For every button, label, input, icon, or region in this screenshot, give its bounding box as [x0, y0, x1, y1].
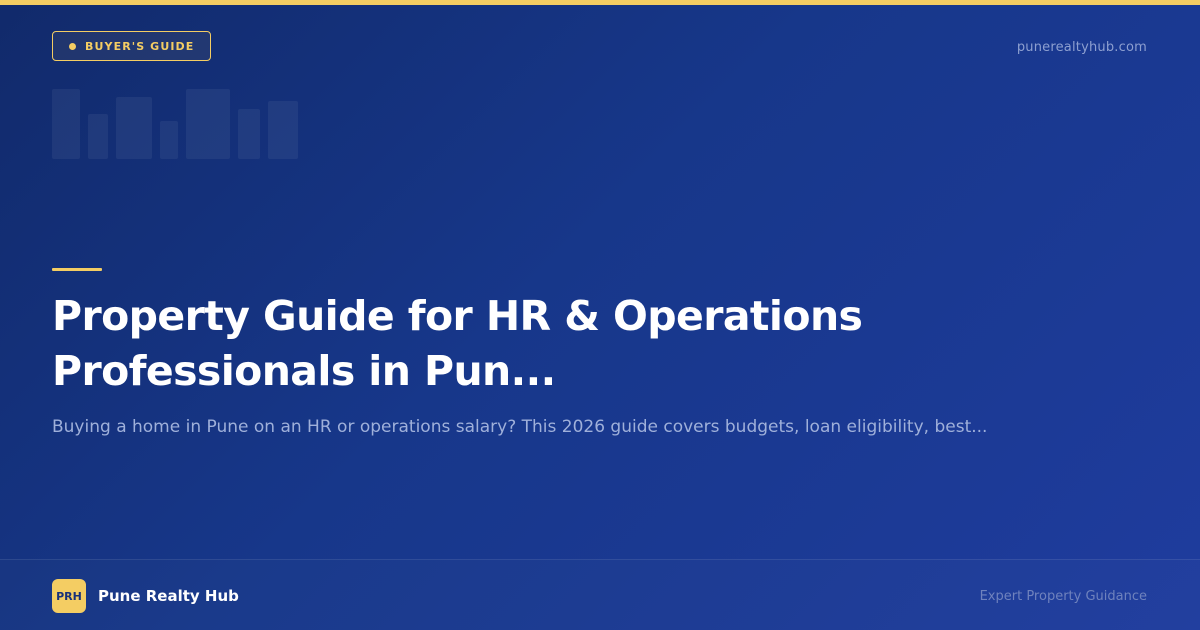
city-skyline-icon [52, 89, 300, 159]
building-shape [160, 121, 178, 159]
brand-tagline: Expert Property Guidance [979, 589, 1147, 604]
top-accent-stripe [0, 0, 1200, 5]
building-shape [88, 114, 108, 159]
building-shape [268, 101, 298, 159]
building-shape [186, 89, 230, 159]
building-shape [52, 89, 80, 159]
footer-bar: PRH Pune Realty Hub Expert Property Guid… [0, 559, 1200, 630]
dot-icon [69, 42, 76, 50]
badge-label: BUYER'S GUIDE [85, 39, 195, 53]
building-shape [116, 97, 152, 159]
article-title: Property Guide for HR & Operations Profe… [52, 292, 863, 395]
share-card: BUYER'S GUIDE punerealtyhub.com Property… [0, 0, 1200, 630]
brand-name: Pune Realty Hub [98, 587, 239, 605]
category-badge: BUYER'S GUIDE [52, 31, 212, 61]
building-shape [238, 109, 260, 159]
site-url[interactable]: punerealtyhub.com [1017, 40, 1147, 55]
article-description: Buying a home in Pune on an HR or operat… [52, 417, 988, 437]
brand-logo: PRH [52, 579, 86, 613]
title-accent-line [52, 268, 102, 271]
